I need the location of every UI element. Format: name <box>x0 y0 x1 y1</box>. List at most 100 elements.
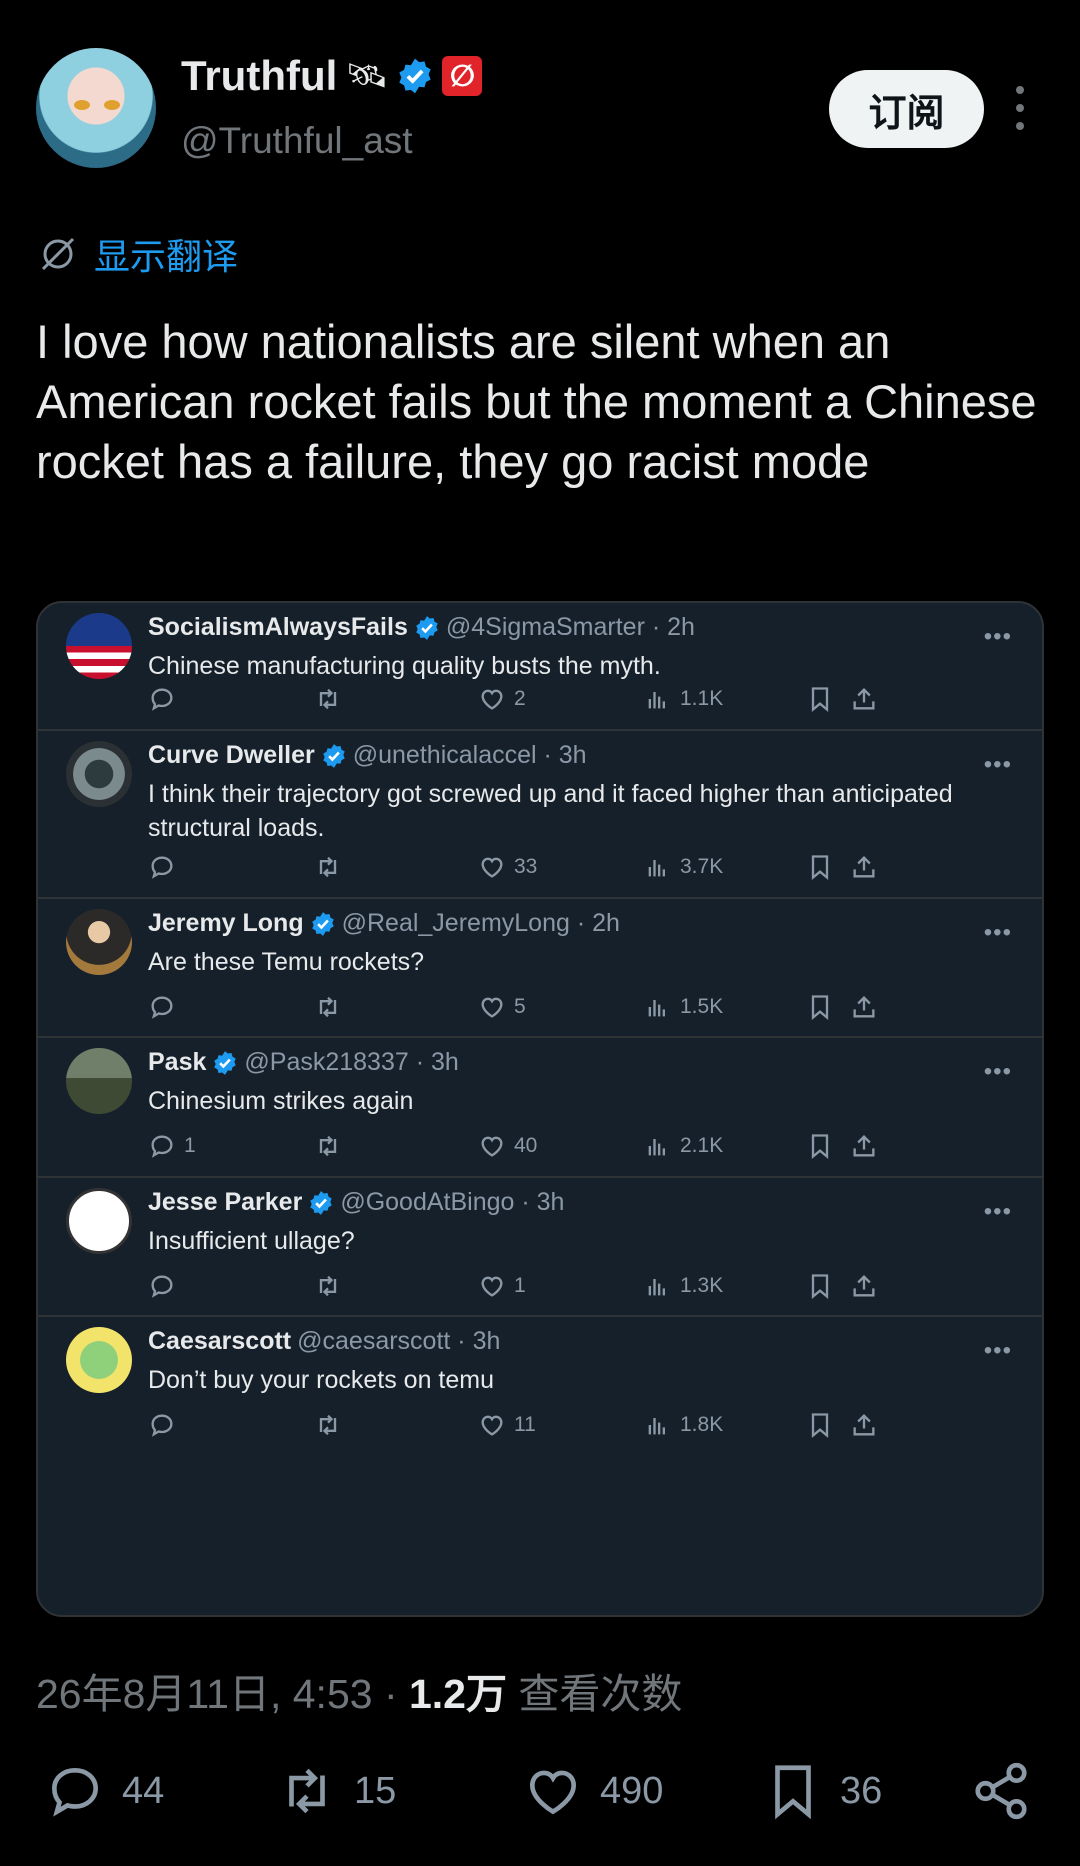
reply-share-button[interactable] <box>850 1411 878 1439</box>
reply-repost-button[interactable] <box>314 853 342 881</box>
reply-like-button[interactable]: 5 <box>478 993 526 1021</box>
reply-header: Pask @Pask218337 · 3h <box>148 1048 459 1077</box>
reply-comment-button[interactable] <box>148 853 184 881</box>
reply-avatar[interactable] <box>66 613 132 679</box>
reply-like-button[interactable]: 2 <box>478 685 526 713</box>
reply-comment-button[interactable] <box>148 1411 184 1439</box>
reply-comment-button[interactable]: 1 <box>148 1132 196 1160</box>
reply-handle[interactable]: @unethicalaccel · 3h <box>353 741 587 770</box>
reply-item[interactable]: Pask @Pask218337 · 3h ••• Chinesium stri… <box>38 1038 1042 1178</box>
reply-handle[interactable]: @GoodAtBingo · 3h <box>340 1188 564 1217</box>
reply-avatar[interactable] <box>66 741 132 807</box>
comment-icon <box>151 688 173 711</box>
reply-repost-button[interactable] <box>314 993 342 1021</box>
upload-icon <box>853 856 875 878</box>
analytics-icon <box>648 1139 665 1156</box>
reply-avatar[interactable] <box>66 1188 132 1254</box>
reply-avatar[interactable] <box>66 909 132 975</box>
author-name-row[interactable]: Truthful 🛰 ∅ <box>181 52 483 100</box>
analytics-icon <box>648 1279 665 1296</box>
show-translation-link[interactable]: 显示翻译 <box>38 228 238 280</box>
bookmark-icon <box>811 1274 829 1299</box>
reply-share-button[interactable] <box>850 685 878 713</box>
reply-view-count: 2.1K <box>680 1134 724 1157</box>
reply-button[interactable]: 44 <box>44 1760 164 1822</box>
reply-like-button[interactable]: 1 <box>478 1272 526 1300</box>
reply-views-button[interactable]: 2.1K <box>644 1132 723 1160</box>
author-name[interactable]: Truthful <box>181 52 337 100</box>
reply-handle[interactable]: @Pask218337 · 3h <box>244 1048 458 1077</box>
bookmark-button[interactable]: 36 <box>762 1760 882 1822</box>
repost-button[interactable]: 15 <box>276 1760 396 1822</box>
reply-comment-count: 1 <box>184 1134 196 1157</box>
reply-bookmark-button[interactable] <box>806 1272 834 1300</box>
reply-author-name[interactable]: Curve Dweller <box>148 741 315 770</box>
like-button[interactable]: 490 <box>522 1760 663 1822</box>
reply-repost-button[interactable] <box>314 1411 342 1439</box>
reply-more-icon[interactable]: ••• <box>984 1198 1012 1226</box>
heart-icon <box>481 997 503 1018</box>
reply-repost-button[interactable] <box>314 1272 342 1300</box>
reply-views-button[interactable]: 1.8K <box>644 1411 723 1439</box>
reply-author-name[interactable]: Caesarscott <box>148 1327 291 1356</box>
reply-like-button[interactable]: 11 <box>478 1411 536 1439</box>
upload-icon <box>853 996 875 1018</box>
reply-repost-button[interactable] <box>314 1132 342 1160</box>
repost-icon <box>319 1135 337 1157</box>
author-avatar[interactable] <box>36 48 156 168</box>
reply-share-button[interactable] <box>850 1272 878 1300</box>
reply-author-name[interactable]: SocialismAlwaysFails <box>148 613 408 642</box>
reply-bookmark-button[interactable] <box>806 685 834 713</box>
reply-item[interactable]: Curve Dweller @unethicalaccel · 3h ••• I… <box>38 731 1042 899</box>
reply-share-button[interactable] <box>850 993 878 1021</box>
reply-handle[interactable]: @Real_JeremyLong · 2h <box>342 909 620 938</box>
reply-text: Chinese manufacturing quality busts the … <box>148 652 661 680</box>
reply-bookmark-button[interactable] <box>806 1132 834 1160</box>
analytics-icon <box>648 1000 665 1017</box>
author-handle[interactable]: @Truthful_ast <box>181 120 413 162</box>
reply-more-icon[interactable]: ••• <box>984 623 1012 651</box>
translate-label[interactable]: 显示翻译 <box>94 228 238 280</box>
reply-like-count: 2 <box>514 687 526 710</box>
heart-icon <box>481 689 503 710</box>
quoted-screenshot[interactable]: SocialismAlwaysFails @4SigmaSmarter · 2h… <box>36 601 1044 1617</box>
reply-views-button[interactable]: 1.3K <box>644 1272 723 1300</box>
heart-icon <box>481 1276 503 1297</box>
reply-more-icon[interactable]: ••• <box>984 751 1012 779</box>
reply-handle[interactable]: @4SigmaSmarter · 2h <box>446 613 695 642</box>
reply-views-button[interactable]: 3.7K <box>644 853 723 881</box>
reply-like-button[interactable]: 33 <box>478 853 537 881</box>
reply-item[interactable]: SocialismAlwaysFails @4SigmaSmarter · 2h… <box>38 603 1042 731</box>
reply-view-count: 1.5K <box>680 995 724 1018</box>
reply-bookmark-button[interactable] <box>806 853 834 881</box>
reply-more-icon[interactable]: ••• <box>984 919 1012 947</box>
subscribe-button[interactable]: 订阅 <box>829 70 984 148</box>
reply-handle[interactable]: @caesarscott · 3h <box>297 1327 500 1356</box>
reply-bookmark-button[interactable] <box>806 1411 834 1439</box>
reply-item[interactable]: Jeremy Long @Real_JeremyLong · 2h ••• Ar… <box>38 899 1042 1038</box>
tweet-datetime[interactable]: 26年8月11日, 4:53 · <box>36 1671 409 1717</box>
reply-more-icon[interactable]: ••• <box>984 1337 1012 1365</box>
reply-avatar[interactable] <box>66 1048 132 1114</box>
share-button[interactable] <box>970 1760 1032 1822</box>
reply-comment-button[interactable] <box>148 1272 184 1300</box>
reply-views-button[interactable]: 1.1K <box>644 685 723 713</box>
reply-views-button[interactable]: 1.5K <box>644 993 723 1021</box>
reply-like-button[interactable]: 40 <box>478 1132 537 1160</box>
reply-share-button[interactable] <box>850 853 878 881</box>
reply-item[interactable]: Jesse Parker @GoodAtBingo · 3h ••• Insuf… <box>38 1178 1042 1317</box>
reply-bookmark-button[interactable] <box>806 993 834 1021</box>
reply-author-name[interactable]: Jesse Parker <box>148 1188 302 1217</box>
reply-more-icon[interactable]: ••• <box>984 1058 1012 1086</box>
reply-avatar[interactable] <box>66 1327 132 1393</box>
reply-like-count: 40 <box>514 1134 538 1157</box>
reply-comment-button[interactable] <box>148 685 184 713</box>
reply-repost-button[interactable] <box>314 685 342 713</box>
more-options-icon[interactable] <box>1010 86 1030 130</box>
avatar-eye <box>74 100 90 110</box>
reply-author-name[interactable]: Jeremy Long <box>148 909 304 938</box>
reply-share-button[interactable] <box>850 1132 878 1160</box>
reply-item[interactable]: Caesarscott @caesarscott · 3h ••• Don’t … <box>38 1317 1042 1457</box>
reply-author-name[interactable]: Pask <box>148 1048 206 1077</box>
reply-comment-button[interactable] <box>148 993 184 1021</box>
